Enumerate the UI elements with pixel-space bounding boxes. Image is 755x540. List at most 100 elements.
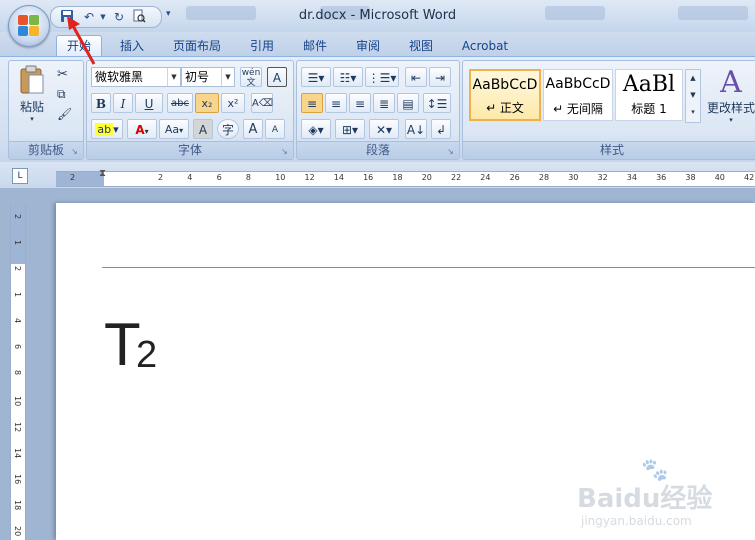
change-styles-label: 更改样式 [706,101,755,115]
decrease-indent-button[interactable]: ⇤ [405,67,427,87]
font-group: 微软雅黑 ▼ 初号 ▼ wén 文 A B I U abc x₂ x² A⌫ ab… [86,60,294,160]
sort-button[interactable]: A↓ [405,119,427,139]
paragraph-group: ☰▾ ☷▾ ⋮☰▾ ⇤ ⇥ ≡ ≡ ≡ ≣ ▤ ↕☰ ◈▾ ⊞▾ ✕▾ A↓ ↲… [296,60,460,160]
change-case-label: Aa [164,123,180,136]
grow-font-button[interactable]: A [243,119,263,139]
vertical-ruler[interactable]: 2 1 2 1 4 6 8 10 12 14 16 18 20 [10,204,26,540]
font-launcher-icon[interactable]: ↘ [281,147,290,156]
header-line [102,267,755,268]
print-preview-icon[interactable] [131,9,147,25]
multilevel-list-button[interactable]: ⋮☰▾ [365,67,399,87]
office-button[interactable] [8,5,50,47]
distribute-button[interactable]: ▤ [397,93,419,113]
tab-selector[interactable]: L [12,168,28,184]
ruler-tick-label: 12 [13,422,22,433]
bold-button[interactable]: B [91,93,111,113]
style-sample: AaBbCcD [545,76,611,92]
phonetic-guide-button[interactable]: wén 文 [240,67,262,88]
document-subscript-text[interactable]: 2 [136,335,157,375]
paragraph-group-label: 段落 [297,141,459,159]
paragraph-launcher-icon[interactable]: ↘ [447,147,456,156]
font-color-button[interactable]: A▾ [127,119,157,139]
change-styles-icon: A [720,65,742,100]
paste-button[interactable]: 粘贴 ▾ [17,65,47,125]
highlight-button[interactable]: ab ▾ [91,119,123,139]
line-spacing-button[interactable]: ↕☰ [423,93,451,113]
shrink-font-button[interactable]: A [265,119,285,139]
paste-icon [20,65,44,94]
indent-marker[interactable]: ⧗ [99,168,106,179]
align-right-button[interactable]: ≡ [349,93,371,113]
copy-icon[interactable]: ⧉ [57,87,66,102]
char-shading-button[interactable]: A [193,119,213,139]
clear-format-icon[interactable]: A⌫ [251,93,273,113]
ruler-tick-label: 4 [13,318,22,324]
ruler-tick-label: 20 [421,173,432,182]
tab-mailings[interactable]: 邮件 [296,36,334,56]
ruler-tick-label: 16 [363,173,374,182]
clipboard-launcher-icon[interactable]: ↘ [71,147,80,156]
superscript-button[interactable]: x² [221,93,245,113]
ruler-tick-label: 10 [275,173,286,182]
underline-button[interactable]: U [135,93,163,113]
font-size-combo[interactable]: 初号 ▼ [181,67,235,87]
chinese-layout-button[interactable]: ✕▾ [369,119,399,139]
increase-indent-button[interactable]: ⇥ [429,67,451,87]
show-marks-button[interactable]: ↲ [431,119,451,139]
styles-group-label: 样式 [463,141,755,159]
subscript-button[interactable]: x₂ [195,93,219,113]
watermark-url: jingyan.baidu.com [581,514,692,528]
change-case-button[interactable]: Aa▾ [159,119,189,139]
ruler-tick-label: 26 [509,173,520,182]
shading-button[interactable]: ◈▾ [301,119,331,139]
horizontal-ruler[interactable]: 2 2 4 6 8 10 12 14 16 18 20 22 24 26 28 30 32 34 36 38 40 42 … [56,168,755,187]
bullets-button[interactable]: ☰▾ [301,67,331,87]
strikethrough-button[interactable]: abc [167,93,193,113]
tab-references[interactable]: 引用 [243,36,281,56]
style-name: ↵ 无间隔 [553,102,603,116]
style-sample: AaBl [622,72,676,97]
borders-button[interactable]: ⊞▾ [335,119,365,139]
enclose-char-button[interactable]: 字 [217,119,239,139]
font-group-label: 字体 [87,141,293,159]
paste-label: 粘贴 [19,100,44,114]
ruler-tick-label: 2 [13,214,22,220]
align-left-button[interactable]: ≡ [301,93,323,113]
document-page[interactable]: T 2 🐾 Baidu经验 jingyan.baidu.com [56,203,755,540]
ruler-tick-label: 2 [70,173,76,182]
style-heading-1[interactable]: AaBl 标题 1 [615,69,683,121]
char-border-button[interactable]: A [267,67,287,87]
customize-qat-icon[interactable]: ▾ [166,9,171,19]
ruler-tick-label: 20 [13,526,22,537]
justify-button[interactable]: ≣ [373,93,395,113]
ruler-tick-label: 10 [13,396,22,407]
tab-acrobat[interactable]: Acrobat [455,36,515,56]
ruler-tick-label: 6 [216,173,222,182]
numbering-button[interactable]: ☷▾ [333,67,363,87]
tab-view[interactable]: 视图 [402,36,440,56]
chevron-down-icon[interactable]: ▼ [221,68,234,86]
tab-review[interactable]: 审阅 [349,36,387,56]
ruler-tick-label: 32 [597,173,608,182]
style-sample: AaBbCcD [472,77,538,93]
styles-scroll[interactable]: ▲ ▼ ▾ [685,69,701,123]
font-color-label: A [135,123,145,137]
office-logo-icon [18,15,40,37]
italic-button[interactable]: I [113,93,133,113]
chevron-down-icon[interactable]: ▼ [167,68,180,86]
format-painter-icon[interactable]: 🖌 [57,107,72,121]
change-styles-button[interactable]: A 更改样式 ▾ [703,65,755,125]
ruler-margin [56,172,104,186]
styles-group: AaBbCcD ↵ 正文 AaBbCcD ↵ 无间隔 AaBl 标题 1 ▲ ▼ ▾… [462,60,755,160]
annotation-arrow [67,16,96,65]
style-no-spacing[interactable]: AaBbCcD ↵ 无间隔 [543,69,613,121]
tab-page-layout[interactable]: 页面布局 [166,36,228,56]
ruler-tick-label: 8 [245,173,251,182]
ruler-tick-label: 22 [451,173,462,182]
align-center-button[interactable]: ≡ [325,93,347,113]
ruler-tick-label: 14 [13,448,22,459]
ruler-tick-label: 2 [13,266,22,272]
ruler-tick-label: 34 [626,173,637,182]
style-normal[interactable]: AaBbCcD ↵ 正文 [469,69,541,121]
baidu-watermark: 🐾 Baidu经验 jingyan.baidu.com [575,458,755,536]
